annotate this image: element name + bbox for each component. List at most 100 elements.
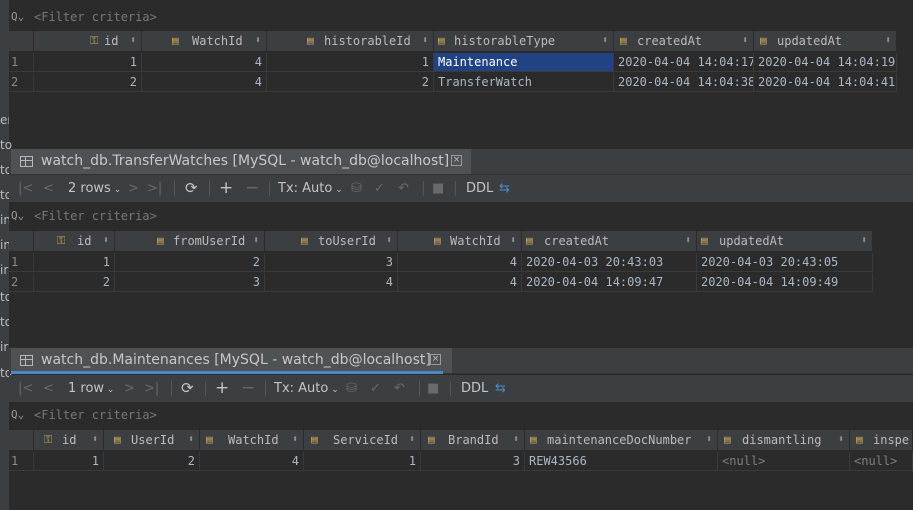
tx-mode-dropdown[interactable]: Tx: Auto ⌄ [278,175,343,202]
first-page-icon[interactable]: |< [18,175,33,202]
cell-watchid[interactable]: 4 [142,53,267,72]
sort-icon[interactable]: ⬍ [513,430,519,450]
commit-icon[interactable]: ✓ [370,375,381,402]
first-page-icon[interactable]: |< [18,375,33,402]
sort-icon[interactable]: ⬍ [386,231,392,251]
column-header-id[interactable]: ⚿ id ⬍ [34,430,104,450]
cell-id[interactable]: 2 [34,273,115,292]
column-header-watchid[interactable]: ▤ WatchId ⬍ [142,31,267,51]
cell-watchid[interactable]: 4 [142,73,267,92]
tab-maintenances[interactable]: watch_db.Maintenances [MySQL - watch_db@… [11,348,452,373]
sort-icon[interactable]: ⬍ [255,31,261,51]
cell-touserid[interactable]: 3 [265,253,398,272]
cell-fromuserid[interactable]: 2 [115,253,265,272]
table-row[interactable]: 2 2 4 2 TransferWatch 2020-04-04 14:04:3… [9,73,897,92]
cell-updatedat[interactable]: 2020-04-04 14:09:49 [697,273,873,292]
filter-input[interactable]: <Filter criteria> [34,207,157,225]
prev-page-icon[interactable]: < [43,375,54,402]
db-icon[interactable]: ⛁ [346,375,357,402]
cell-createdat[interactable]: 2020-04-04 14:09:47 [522,273,697,292]
column-header-historabletype[interactable]: ▤ historableType ⬍ [434,31,614,51]
cell-serviceid[interactable]: 1 [304,452,421,471]
cell-updatedat[interactable]: 2020-04-04 14:04:19 [754,53,897,72]
cell-historabletype[interactable]: TransferWatch [434,73,614,92]
sort-icon[interactable]: ⬍ [510,231,516,251]
refresh-icon[interactable]: ⟳ [181,375,194,402]
refresh-icon[interactable]: ⟳ [185,175,198,202]
cell-historabletype-selected[interactable]: Maintenance [434,53,614,72]
search-filter-icon[interactable]: Q⌄ [11,406,24,424]
sort-icon[interactable]: ⬍ [188,430,194,450]
column-header-historableid[interactable]: ▤ historableId ⬍ [267,31,434,51]
column-header-userid[interactable]: ▤ UserId ⬍ [104,430,200,450]
cell-watchid[interactable]: 4 [398,253,522,272]
filter-bar[interactable]: Q⌄ <Filter criteria> [9,406,913,424]
search-filter-icon[interactable]: Q⌄ [11,8,24,26]
cell-id[interactable]: 1 [34,452,104,471]
cell-createdat[interactable]: 2020-04-04 14:04:38 [614,73,754,92]
cell-historableid[interactable]: 2 [267,73,434,92]
next-page-icon[interactable]: > [128,175,139,202]
column-header-createdat[interactable]: ▤ createdAt ⬍ [522,231,697,251]
row-count-dropdown[interactable]: 1 row ⌄ [68,375,114,402]
column-header-brandid[interactable]: ▤ BrandId ⬍ [421,430,525,450]
cell-userid[interactable]: 2 [104,452,200,471]
stop-icon[interactable]: ■ [432,175,444,202]
tx-mode-dropdown[interactable]: Tx: Auto ⌄ [274,375,339,402]
cell-fromuserid[interactable]: 3 [115,273,265,292]
last-page-icon[interactable]: >| [144,375,159,402]
last-page-icon[interactable]: >| [147,175,162,202]
cell-watchid[interactable]: 4 [200,452,304,471]
cell-id[interactable]: 1 [34,53,142,72]
remove-row-icon[interactable]: − [241,375,255,402]
filter-bar[interactable]: Q⌄ <Filter criteria> [9,8,913,26]
cell-touserid[interactable]: 4 [265,273,398,292]
sort-icon[interactable]: ⬍ [92,430,98,450]
sort-icon[interactable]: ⬍ [422,31,428,51]
column-header-maintenancedocnumber[interactable]: ▤ maintenanceDocNumber ⬍ [525,430,718,450]
cell-watchid[interactable]: 4 [398,273,522,292]
cell-brandid[interactable]: 3 [421,452,525,471]
add-row-icon[interactable]: + [219,175,233,202]
filter-input[interactable]: <Filter criteria> [34,8,157,26]
cell-historableid[interactable]: 1 [267,53,434,72]
compare-icon[interactable]: ⇆ [499,175,510,202]
column-header-watchid[interactable]: ▤ WatchId ⬍ [398,231,522,251]
close-icon[interactable]: × [430,354,441,365]
column-header-createdat[interactable]: ▤ createdAt ⬍ [614,31,754,51]
db-icon[interactable]: ⛁ [351,175,362,202]
cell-id[interactable]: 1 [34,253,115,272]
sort-icon[interactable]: ⬍ [685,231,691,251]
sort-icon[interactable]: ⬍ [742,31,748,51]
sort-icon[interactable]: ⬍ [602,31,608,51]
filter-input[interactable]: <Filter criteria> [34,406,157,424]
close-icon[interactable]: × [451,155,462,166]
sort-icon[interactable]: ⬍ [706,430,712,450]
next-page-icon[interactable]: > [124,375,135,402]
sort-icon[interactable]: ⬍ [130,31,136,51]
commit-icon[interactable]: ✓ [374,175,385,202]
cell-createdat[interactable]: 2020-04-03 20:43:03 [522,253,697,272]
table-row[interactable]: 1 1 2 3 4 2020-04-03 20:43:03 2020-04-03… [9,253,873,272]
remove-row-icon[interactable]: − [245,175,259,202]
sort-icon[interactable]: ⬍ [292,430,298,450]
sort-icon[interactable]: ⬍ [409,430,415,450]
sort-icon[interactable]: ⬍ [861,231,867,251]
sort-icon[interactable]: ⬍ [838,430,844,450]
column-header-dismantling[interactable]: ▤ dismantling ⬍ [718,430,850,450]
search-filter-icon[interactable]: Q⌄ [11,207,24,225]
cell-dismantling[interactable]: <null> [718,452,850,471]
ddl-button[interactable]: DDL [466,175,493,202]
table-row[interactable]: 1 1 2 4 1 3 REW43566 <null> <null> [9,452,913,471]
prev-page-icon[interactable]: < [43,175,54,202]
sort-icon[interactable]: ⬍ [103,231,109,251]
column-header-updatedat[interactable]: ▤ updatedAt ⬍ [697,231,873,251]
sort-icon[interactable]: ⬍ [253,231,259,251]
ddl-button[interactable]: DDL [461,375,488,402]
cell-createdat[interactable]: 2020-04-04 14:04:17 [614,53,754,72]
filter-bar[interactable]: Q⌄ <Filter criteria> [9,207,913,225]
rollback-icon[interactable]: ↶ [394,375,405,402]
add-row-icon[interactable]: + [215,375,229,402]
rollback-icon[interactable]: ↶ [398,175,409,202]
cell-id[interactable]: 2 [34,73,142,92]
